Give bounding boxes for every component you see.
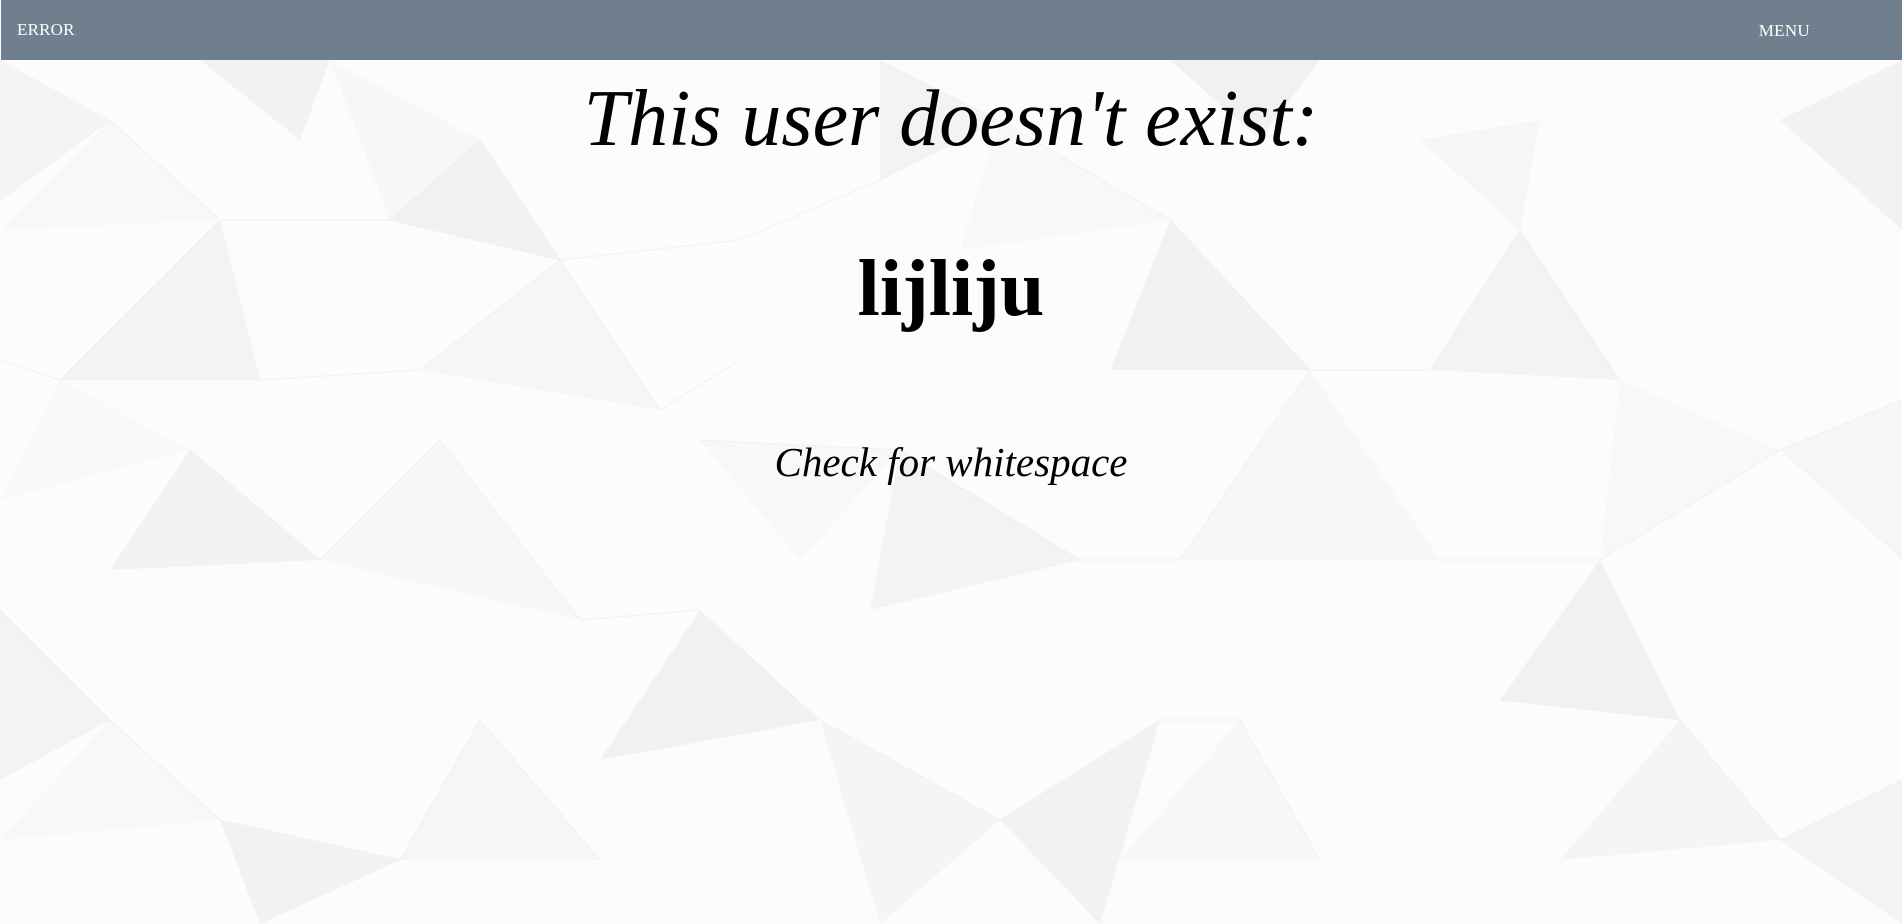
menu-button[interactable]: MENU (1759, 21, 1810, 41)
top-bar: ERROR MENU (1, 0, 1902, 60)
whitespace-hint: Check for whitespace (774, 439, 1128, 485)
error-headline: This user doesn't exist: (583, 75, 1319, 163)
username-display: lijliju (857, 245, 1045, 333)
page-title: ERROR (17, 20, 75, 39)
